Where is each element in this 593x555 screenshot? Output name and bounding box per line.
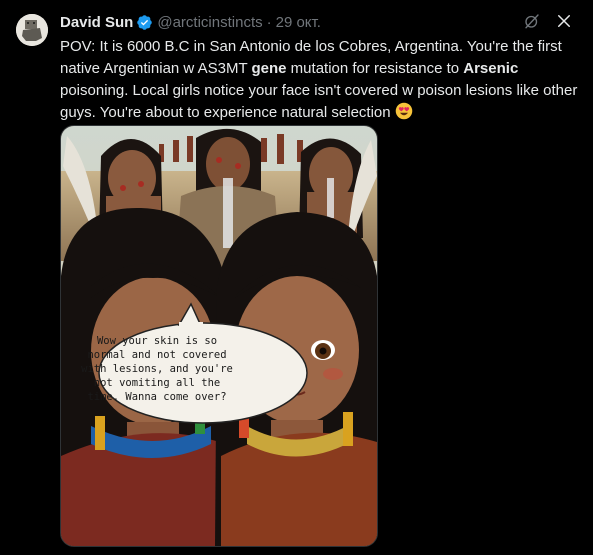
tweet-text-bold: Arsenic — [463, 60, 519, 77]
heart-eyes-emoji — [395, 102, 413, 127]
close-icon[interactable] — [555, 12, 573, 30]
verified-badge-icon — [136, 14, 153, 31]
author-handle[interactable]: @arcticinstincts — [157, 14, 262, 31]
tweet[interactable]: David Sun @arcticinstincts · 29 окт. POV… — [0, 0, 593, 555]
separator-dot: · — [266, 13, 272, 31]
tweet-header: David Sun @arcticinstincts · 29 окт. — [60, 12, 573, 32]
tweet-image[interactable] — [60, 125, 378, 547]
header-actions — [523, 12, 573, 30]
tweet-date[interactable]: 29 окт. — [276, 14, 321, 31]
tweet-text-part: poisoning. Local girls notice your face … — [60, 82, 578, 121]
grok-icon[interactable] — [523, 12, 541, 30]
author-avatar[interactable] — [16, 14, 48, 46]
tweet-text-part: mutation for resistance to — [286, 60, 464, 77]
author-name[interactable]: David Sun — [60, 14, 133, 31]
tweet-text: POV: It is 6000 B.C in San Antonio de lo… — [60, 36, 582, 127]
tweet-text-bold: gene — [251, 60, 287, 77]
